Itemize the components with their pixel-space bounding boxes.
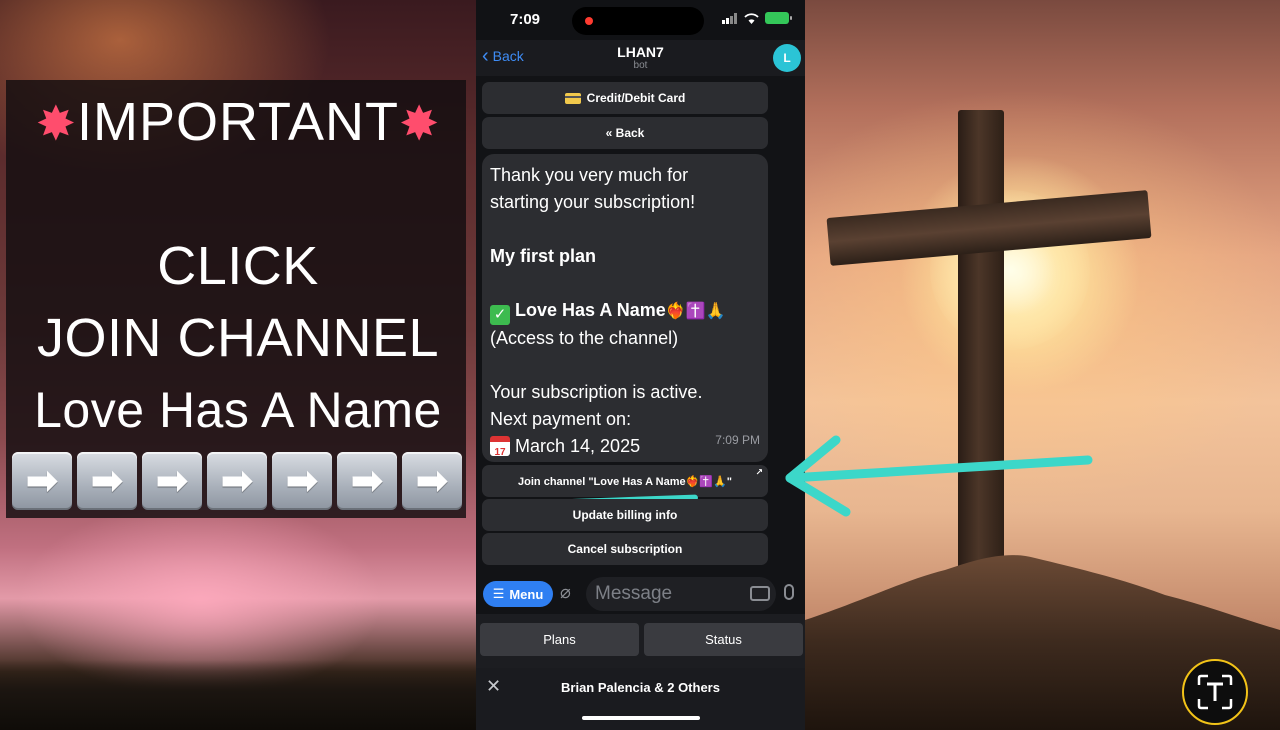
update-billing-button[interactable]: Update billing info [482, 499, 768, 531]
inline-back-button[interactable]: « Back [482, 117, 768, 149]
plan-emojis: ❤️‍🔥✝️🙏 [665, 303, 726, 320]
chat-header: ‹ Back LHAN7 bot L [476, 40, 805, 76]
text-scan-icon [1197, 674, 1233, 710]
menu-label: Menu [509, 586, 544, 602]
signal-icon [722, 12, 737, 24]
menu-lines-icon: ☰ [492, 586, 505, 601]
bot-keyboard: Plans Status [476, 614, 805, 668]
message-line: starting your subscription! [490, 192, 696, 212]
annotation-arrow-icon [785, 435, 1093, 517]
avatar[interactable]: L [773, 44, 801, 72]
plan-heading: My first plan [490, 246, 597, 266]
wifi-icon [744, 12, 759, 24]
bot-message: Thank you very much for starting your su… [482, 154, 768, 462]
credit-card-icon [564, 92, 581, 104]
right-arrow-icon: ➡ [12, 452, 72, 510]
message-placeholder: Message [595, 583, 673, 604]
join-channel-label: Join channel "Love Has A Name❤️‍🔥✝️🙏" [518, 475, 732, 488]
status-button[interactable]: Status [644, 623, 803, 656]
notice-title-text: IMPORTANT [76, 92, 399, 152]
dynamic-island [572, 7, 704, 35]
participants-label[interactable]: Brian Palencia & 2 Others [476, 680, 805, 695]
plan-name-line: ✓ Love Has A Name❤️‍🔥✝️🙏 [490, 297, 760, 325]
check-mark-icon: ✓ [490, 305, 510, 325]
message-time: 7:09 PM [715, 433, 760, 447]
subscription-status: Your subscription is active. [490, 382, 703, 402]
live-text-icon[interactable] [1182, 659, 1248, 725]
external-link-icon: ↗ [755, 467, 763, 477]
credit-debit-card-label: Credit/Debit Card [586, 91, 686, 105]
credit-debit-card-button[interactable]: Credit/Debit Card [482, 82, 768, 114]
right-arrow-icon: ➡ [272, 452, 332, 510]
inline-back-label: « Back [605, 126, 645, 140]
menu-button[interactable]: ☰ Menu [483, 581, 553, 607]
phone-screen: 7:09 ‹ Back LHAN7 bot L Credit/Debit Car… [476, 0, 805, 730]
battery-icon [765, 12, 792, 24]
microphone-icon[interactable] [784, 584, 794, 600]
plan-description: (Access to the channel) [490, 328, 679, 348]
burst-icon: ✸ [399, 98, 441, 151]
treeline-silhouette [0, 660, 476, 730]
right-arrow-icon: ➡ [207, 452, 267, 510]
plans-button[interactable]: Plans [480, 623, 639, 656]
notice-line-join-channel: JOIN CHANNEL [36, 308, 440, 368]
status-icons [722, 12, 792, 24]
attach-icon[interactable]: ⌀ [560, 582, 571, 603]
right-arrow-icon: ➡ [77, 452, 137, 510]
chat-subtitle: bot [633, 60, 648, 71]
right-arrow-icon: ➡ [402, 452, 462, 510]
notice-title: ✸IMPORTANT✸ [0, 92, 476, 155]
next-payment-date: March 14, 2025 [515, 436, 641, 456]
update-billing-label: Update billing info [572, 508, 678, 522]
right-arrow-icon: ➡ [142, 452, 202, 510]
burst-icon: ✸ [35, 98, 77, 151]
right-arrow-icon: ➡ [337, 452, 397, 510]
message-input[interactable]: Message [586, 577, 776, 611]
message-input-bar: ☰ Menu ⌀ Message [476, 574, 805, 614]
plan-name: Love Has A Name [515, 300, 666, 320]
notice-line-channel-name: Love Has A Name [34, 382, 442, 438]
status-bar: 7:09 [476, 0, 805, 40]
chat-area: Credit/Debit Card « Back Thank you very … [476, 76, 805, 574]
cancel-subscription-label: Cancel subscription [567, 542, 683, 556]
cancel-subscription-button[interactable]: Cancel subscription [482, 533, 768, 565]
status-time: 7:09 [510, 11, 541, 28]
join-channel-button[interactable]: Join channel "Love Has A Name❤️‍🔥✝️🙏" ↗ [482, 465, 768, 497]
arrow-row: ➡ ➡ ➡ ➡ ➡ ➡ ➡ [12, 452, 462, 510]
chat-title[interactable]: LHAN7 [476, 44, 805, 60]
calendar-icon: 17 [490, 436, 510, 458]
message-line: Thank you very much for [490, 165, 689, 185]
home-indicator[interactable] [582, 716, 700, 720]
recording-dot-icon [585, 17, 593, 25]
keyboard-icon[interactable] [750, 586, 770, 601]
notice-line-click: CLICK [157, 236, 319, 296]
call-participants-bar: ✕ Brian Palencia & 2 Others [476, 668, 805, 730]
